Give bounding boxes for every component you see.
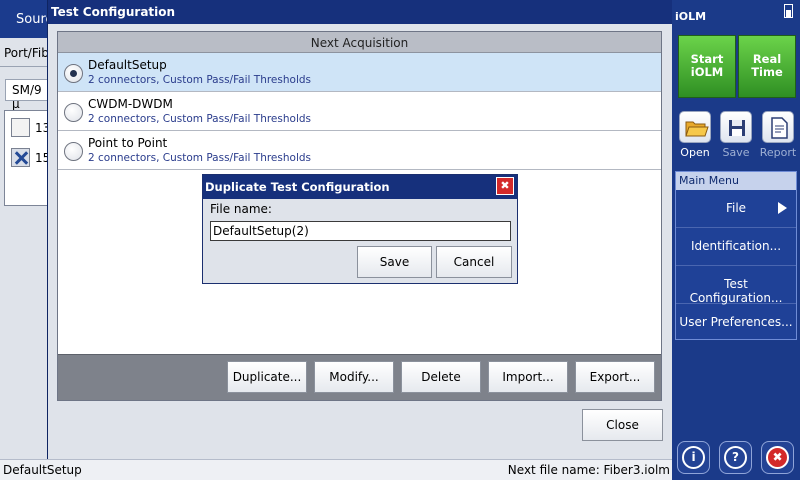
menu-item-label: Test Configuration... — [689, 277, 783, 305]
duplicate-dialog-titlebar: Duplicate Test Configuration ✖ — [203, 175, 517, 199]
exit-button[interactable]: ✖ — [761, 441, 794, 474]
chevron-right-icon — [778, 202, 787, 214]
main-menu-header: Main Menu — [676, 172, 796, 190]
folder-open-icon — [679, 111, 711, 143]
config-row-defaultsetup[interactable]: DefaultSetup 2 connectors, Custom Pass/F… — [58, 53, 661, 92]
report-button[interactable]: Report — [758, 111, 798, 159]
wavelength-checkbox-2[interactable] — [11, 148, 30, 167]
config-name: Point to Point — [88, 136, 168, 150]
file-name-input[interactable] — [210, 221, 511, 241]
help-button[interactable]: ? — [719, 441, 752, 474]
cancel-button[interactable]: Cancel — [436, 246, 512, 278]
fiber-type-select[interactable]: SM/9 µ — [5, 79, 53, 111]
main-menu: Main Menu File Identification... Test Co… — [675, 171, 797, 340]
status-bar: DefaultSetup Next file name: Fiber3.iolm — [0, 459, 672, 480]
radio-selected-icon[interactable] — [64, 64, 83, 83]
status-next-file-name: Next file name: Fiber3.iolm — [507, 463, 670, 477]
info-button[interactable]: i — [677, 441, 710, 474]
start-iolm-button[interactable]: Start iOLM — [678, 35, 736, 98]
wavelength-checkbox-1[interactable] — [11, 118, 30, 137]
menu-item-test-configuration[interactable]: Test Configuration... — [676, 266, 796, 305]
radio-icon[interactable] — [64, 142, 83, 161]
open-label: Open — [680, 146, 710, 159]
radio-icon[interactable] — [64, 103, 83, 122]
menu-item-label: Identification... — [690, 239, 782, 253]
config-description: 2 connectors, Custom Pass/Fail Threshold… — [88, 113, 311, 125]
real-time-label: Real Time — [751, 52, 783, 79]
real-time-button[interactable]: Real Time — [738, 35, 796, 98]
floppy-disk-icon — [720, 111, 752, 143]
duplicate-configuration-dialog: Duplicate Test Configuration ✖ File name… — [202, 174, 518, 284]
file-name-label: File name: — [210, 202, 272, 216]
menu-item-file[interactable]: File — [676, 190, 796, 228]
config-description: 2 connectors, Custom Pass/Fail Threshold… — [88, 74, 311, 86]
close-button[interactable]: Close — [582, 409, 663, 441]
save-file-button[interactable]: Save — [716, 111, 756, 159]
save-label: Save — [722, 146, 750, 159]
report-label: Report — [759, 146, 797, 159]
config-row-cwdm-dwdm[interactable]: CWDM-DWDM 2 connectors, Custom Pass/Fail… — [58, 92, 661, 131]
help-icon: ? — [724, 446, 747, 469]
config-row-point-to-point[interactable]: Point to Point 2 connectors, Custom Pass… — [58, 131, 661, 170]
wavelength-list: 13 15 — [4, 110, 50, 206]
dialog-title: Test Configuration — [48, 0, 673, 24]
start-iolm-label: Start iOLM — [690, 52, 724, 79]
duplicate-button[interactable]: Duplicate... — [227, 361, 307, 393]
import-button[interactable]: Import... — [488, 361, 568, 393]
next-acquisition-header: Next Acquisition — [58, 32, 661, 53]
config-description: 2 connectors, Custom Pass/Fail Threshold… — [88, 152, 311, 164]
close-icon: ✖ — [766, 446, 789, 469]
modify-button[interactable]: Modify... — [314, 361, 394, 393]
save-button[interactable]: Save — [357, 246, 432, 278]
port-fiber-label: Port/Fib — [4, 46, 49, 60]
info-icon: i — [682, 446, 705, 469]
close-icon[interactable]: ✖ — [496, 177, 514, 195]
delete-button[interactable]: Delete — [401, 361, 481, 393]
menu-item-user-preferences[interactable]: User Preferences... — [676, 304, 796, 342]
config-name: DefaultSetup — [88, 58, 167, 72]
menu-item-label: User Preferences... — [679, 315, 793, 329]
config-name: CWDM-DWDM — [88, 97, 173, 111]
open-button[interactable]: Open — [675, 111, 715, 159]
action-bar: Duplicate... Modify... Delete Import... … — [58, 354, 661, 400]
menu-item-identification[interactable]: Identification... — [676, 228, 796, 266]
duplicate-dialog-title: Duplicate Test Configuration — [205, 180, 390, 194]
right-sidebar: iOLM Start iOLM Real Time Open Save Repo… — [672, 0, 800, 480]
battery-icon — [784, 4, 793, 18]
status-current-setup: DefaultSetup — [3, 463, 82, 477]
menu-item-label: File — [725, 201, 747, 215]
app-title: iOLM — [675, 10, 707, 23]
report-document-icon — [762, 111, 794, 143]
divider — [0, 66, 48, 67]
export-button[interactable]: Export... — [575, 361, 655, 393]
